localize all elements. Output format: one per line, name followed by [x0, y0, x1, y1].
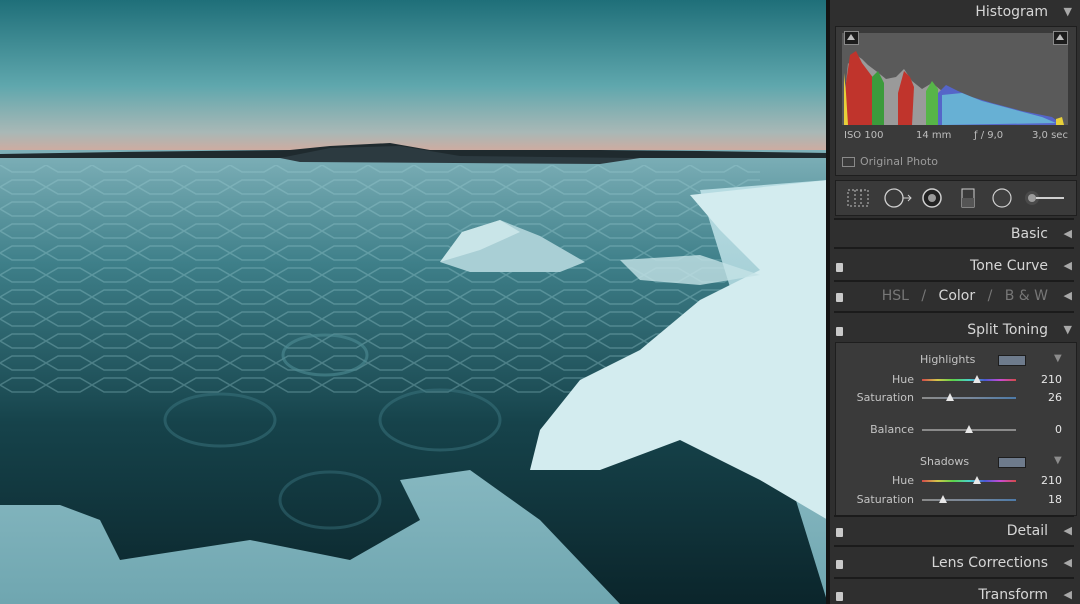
- sh-saturation-value[interactable]: 18: [1022, 493, 1062, 506]
- adjustment-brush-icon[interactable]: [1024, 187, 1068, 209]
- hl-saturation-value[interactable]: 26: [1022, 391, 1062, 404]
- develop-right-panel: Histogram ▼ ISO 100 14 mm ƒ / 9,0 3,0 se…: [830, 0, 1080, 604]
- shadows-picker-triangle-icon[interactable]: ▼: [1054, 455, 1062, 466]
- graduated-filter-icon[interactable]: [958, 187, 978, 209]
- expand-triangle-icon[interactable]: ◀: [1064, 259, 1072, 272]
- detail-header[interactable]: Detail ◀: [830, 519, 1080, 545]
- panel-switch[interactable]: [836, 592, 843, 601]
- focal-length-readout: 14 mm: [916, 130, 952, 141]
- red-eye-icon[interactable]: [920, 187, 944, 209]
- section-separator: [834, 280, 1074, 282]
- panel-switch[interactable]: [836, 327, 843, 336]
- collapse-triangle-icon[interactable]: ▼: [1064, 5, 1072, 18]
- sh-hue-value[interactable]: 210: [1022, 474, 1062, 487]
- sh-saturation-slider[interactable]: [922, 499, 1016, 501]
- expand-triangle-icon[interactable]: ◀: [1064, 556, 1072, 569]
- transform-title: Transform: [978, 587, 1048, 603]
- histogram-header[interactable]: Histogram ▼: [830, 0, 1080, 26]
- section-separator: [834, 545, 1074, 547]
- shutter-readout: 3,0 sec: [1032, 130, 1068, 141]
- histogram-title: Histogram: [975, 4, 1048, 20]
- basic-title: Basic: [1010, 226, 1048, 242]
- original-photo-toggle[interactable]: Original Photo: [842, 155, 938, 168]
- tone-curve-header[interactable]: Tone Curve ◀: [830, 254, 1080, 280]
- split-toning-title: Split Toning: [967, 322, 1048, 338]
- panel-switch[interactable]: [836, 263, 843, 272]
- tab-slash: /: [921, 288, 927, 304]
- highlight-clipping-indicator[interactable]: [1053, 31, 1068, 45]
- hl-saturation-label: Saturation: [856, 391, 914, 404]
- lens-corrections-header[interactable]: Lens Corrections ◀: [830, 551, 1080, 577]
- expand-triangle-icon[interactable]: ◀: [1064, 227, 1072, 240]
- grid-crop-icon[interactable]: [846, 187, 870, 209]
- section-separator: [834, 247, 1074, 249]
- balance-thumb[interactable]: [965, 425, 973, 433]
- panel-switch[interactable]: [836, 560, 843, 569]
- shadow-clipping-indicator[interactable]: [844, 31, 859, 45]
- original-photo-label: Original Photo: [860, 155, 938, 168]
- tool-strip: [835, 180, 1077, 216]
- hl-hue-thumb[interactable]: [972, 375, 981, 383]
- shadows-label: Shadows: [920, 455, 970, 468]
- radial-filter-icon[interactable]: [990, 187, 1014, 209]
- sh-saturation-label: Saturation: [856, 493, 914, 506]
- panel-switch[interactable]: [836, 528, 843, 537]
- original-photo-checkbox[interactable]: [842, 157, 855, 167]
- highlights-picker-triangle-icon[interactable]: ▼: [1054, 353, 1062, 364]
- photo-preview: [0, 0, 828, 604]
- highlights-label: Highlights: [920, 353, 976, 366]
- hsl-tabs: HSL / Color / B & W: [882, 288, 1048, 304]
- expand-triangle-icon[interactable]: ◀: [1064, 289, 1072, 302]
- lens-corrections-title: Lens Corrections: [931, 555, 1048, 571]
- split-toning-header[interactable]: Split Toning ▼: [830, 318, 1080, 344]
- spot-removal-icon[interactable]: [882, 187, 914, 209]
- sh-hue-slider[interactable]: [922, 480, 1016, 482]
- basic-header[interactable]: Basic ◀: [830, 222, 1080, 248]
- detail-title: Detail: [1006, 523, 1048, 539]
- expand-triangle-icon[interactable]: ◀: [1064, 524, 1072, 537]
- histogram-panel: ISO 100 14 mm ƒ / 9,0 3,0 sec Original P…: [835, 26, 1077, 176]
- tab-slash: /: [987, 288, 993, 304]
- highlights-color-swatch[interactable]: [998, 355, 1026, 366]
- aperture-readout: ƒ / 9,0: [974, 130, 1004, 141]
- split-toning-panel: Highlights ▼ Hue 210 Saturation 26 Balan…: [835, 342, 1077, 516]
- section-separator: [834, 218, 1074, 220]
- tone-curve-title: Tone Curve: [970, 258, 1048, 274]
- sh-hue-thumb[interactable]: [972, 476, 981, 484]
- sh-hue-label: Hue: [891, 474, 914, 487]
- panel-switch[interactable]: [836, 293, 843, 302]
- section-separator: [834, 577, 1074, 579]
- hsl-color-bw-header: HSL / Color / B & W ◀: [830, 284, 1080, 310]
- balance-label: Balance: [870, 423, 914, 436]
- section-separator: [834, 515, 1074, 517]
- histogram-plot[interactable]: [842, 33, 1068, 125]
- shadows-color-swatch[interactable]: [998, 457, 1026, 468]
- hl-saturation-thumb[interactable]: [946, 393, 955, 401]
- iso-readout: ISO 100: [844, 130, 884, 141]
- hl-saturation-slider[interactable]: [922, 397, 1016, 399]
- hl-hue-slider[interactable]: [922, 379, 1016, 381]
- hsl-tab[interactable]: HSL: [882, 288, 909, 304]
- transform-header[interactable]: Transform ◀: [830, 583, 1080, 604]
- sh-saturation-thumb[interactable]: [938, 495, 947, 503]
- hl-hue-value[interactable]: 210: [1022, 373, 1062, 386]
- color-tab[interactable]: Color: [939, 288, 976, 304]
- expand-triangle-icon[interactable]: ◀: [1064, 588, 1072, 601]
- collapse-triangle-icon[interactable]: ▼: [1064, 323, 1072, 336]
- balance-value[interactable]: 0: [1022, 423, 1062, 436]
- bw-tab[interactable]: B & W: [1005, 288, 1048, 304]
- section-separator: [834, 311, 1074, 313]
- hl-hue-label: Hue: [891, 373, 914, 386]
